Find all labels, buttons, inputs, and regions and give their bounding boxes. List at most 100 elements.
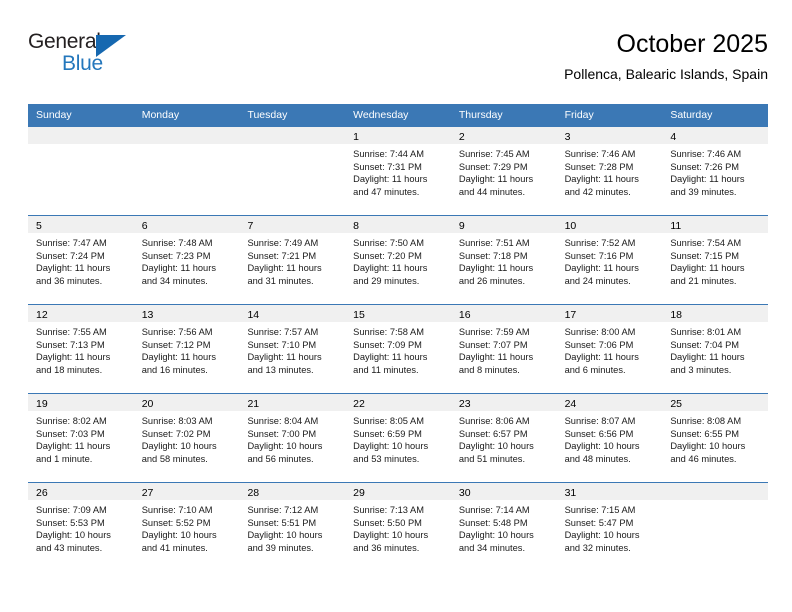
- week-row: 26 Sunrise: 7:09 AM Sunset: 5:53 PM Dayl…: [28, 482, 769, 571]
- sunset-line: Sunset: 6:59 PM: [353, 428, 422, 439]
- day-cell[interactable]: 27 Sunrise: 7:10 AM Sunset: 5:52 PM Dayl…: [133, 483, 240, 571]
- day-cell[interactable]: 10 Sunrise: 7:52 AM Sunset: 7:16 PM Dayl…: [556, 216, 663, 304]
- day-details: Sunrise: 7:13 AM Sunset: 5:50 PM Dayligh…: [345, 500, 451, 554]
- day-details: Sunrise: 7:09 AM Sunset: 5:53 PM Dayligh…: [28, 500, 134, 554]
- daylight-line-2: and 56 minutes.: [247, 453, 314, 464]
- day-number-band: 29: [345, 483, 451, 500]
- sunrise-line: Sunrise: 8:03 AM: [141, 416, 213, 426]
- day-details: Sunrise: 7:57 AM Sunset: 7:10 PM Dayligh…: [239, 322, 345, 376]
- day-cell[interactable]: [239, 127, 346, 215]
- day-cell[interactable]: 20 Sunrise: 8:03 AM Sunset: 7:02 PM Dayl…: [133, 394, 240, 482]
- day-number-band: [239, 127, 346, 144]
- day-cell[interactable]: 8 Sunrise: 7:50 AM Sunset: 7:20 PM Dayli…: [345, 216, 451, 304]
- sunrise-line: Sunrise: 7:09 AM: [36, 505, 107, 515]
- day-number-band: 10: [556, 216, 663, 233]
- daylight-line-2: and 21 minutes.: [670, 275, 737, 286]
- sunrise-line: Sunrise: 7:47 AM: [36, 238, 107, 248]
- sunrise-line: Sunrise: 7:57 AM: [247, 327, 319, 337]
- day-cell[interactable]: 31 Sunrise: 7:15 AM Sunset: 5:47 PM Dayl…: [556, 483, 663, 571]
- day-number-band: 24: [556, 394, 663, 411]
- day-cell[interactable]: 14 Sunrise: 7:57 AM Sunset: 7:10 PM Dayl…: [239, 305, 346, 393]
- day-number: 1: [353, 131, 359, 143]
- day-number-band: 16: [450, 305, 557, 322]
- daylight-line-1: Daylight: 11 hours: [458, 174, 534, 185]
- day-details: Sunrise: 7:46 AM Sunset: 7:26 PM Dayligh…: [662, 144, 768, 198]
- day-cell[interactable]: 3 Sunrise: 7:46 AM Sunset: 7:28 PM Dayli…: [556, 127, 663, 215]
- day-cell[interactable]: 4 Sunrise: 7:46 AM Sunset: 7:26 PM Dayli…: [662, 127, 769, 215]
- sunrise-line: Sunrise: 7:10 AM: [141, 505, 213, 515]
- day-cell[interactable]: 1 Sunrise: 7:44 AM Sunset: 7:31 PM Dayli…: [345, 127, 451, 215]
- day-number: 5: [36, 220, 42, 232]
- day-number-band: 11: [662, 216, 769, 233]
- day-number: 16: [458, 309, 471, 321]
- sunrise-line: Sunrise: 7:54 AM: [670, 238, 742, 248]
- daylight-line-2: and 43 minutes.: [36, 542, 103, 553]
- weekday-header-monday: Monday: [141, 109, 180, 121]
- brand-logo[interactable]: General Blue: [28, 30, 168, 86]
- daylight-line-1: Daylight: 11 hours: [353, 174, 428, 185]
- day-number-band: 14: [239, 305, 346, 322]
- day-number-band: 28: [239, 483, 346, 500]
- day-cell[interactable]: 24 Sunrise: 8:07 AM Sunset: 6:56 PM Dayl…: [556, 394, 663, 482]
- day-details: Sunrise: 7:10 AM Sunset: 5:52 PM Dayligh…: [134, 500, 240, 554]
- title-block: October 2025 Pollenca, Balearic Islands,…: [564, 28, 768, 84]
- sunrise-line: Sunrise: 8:01 AM: [670, 327, 742, 337]
- sunrise-line: Sunrise: 7:58 AM: [353, 327, 424, 337]
- day-cell[interactable]: 2 Sunrise: 7:45 AM Sunset: 7:29 PM Dayli…: [450, 127, 557, 215]
- day-number: 19: [36, 398, 48, 410]
- page-title: October 2025: [616, 30, 769, 58]
- day-cell[interactable]: 5 Sunrise: 7:47 AM Sunset: 7:24 PM Dayli…: [28, 216, 134, 304]
- day-cell[interactable]: 21 Sunrise: 8:04 AM Sunset: 7:00 PM Dayl…: [239, 394, 346, 482]
- sunset-line: Sunset: 7:31 PM: [353, 161, 422, 172]
- day-cell[interactable]: [28, 127, 134, 215]
- sunset-line: Sunset: 7:04 PM: [670, 339, 740, 350]
- daylight-line-1: Daylight: 10 hours: [564, 441, 640, 452]
- day-cell[interactable]: 15 Sunrise: 7:58 AM Sunset: 7:09 PM Dayl…: [345, 305, 451, 393]
- day-number-band: 22: [345, 394, 451, 411]
- day-cell[interactable]: 7 Sunrise: 7:49 AM Sunset: 7:21 PM Dayli…: [239, 216, 346, 304]
- day-cell[interactable]: 26 Sunrise: 7:09 AM Sunset: 5:53 PM Dayl…: [28, 483, 134, 571]
- week-row: 19 Sunrise: 8:02 AM Sunset: 7:03 PM Dayl…: [28, 393, 769, 482]
- day-details: Sunrise: 7:59 AM Sunset: 7:07 PM Dayligh…: [451, 322, 557, 376]
- day-cell[interactable]: 16 Sunrise: 7:59 AM Sunset: 7:07 PM Dayl…: [450, 305, 557, 393]
- sunset-line: Sunset: 7:20 PM: [353, 250, 422, 261]
- day-cell[interactable]: 17 Sunrise: 8:00 AM Sunset: 7:06 PM Dayl…: [556, 305, 663, 393]
- day-number-band: 2: [450, 127, 557, 144]
- daylight-line-2: and 11 minutes.: [353, 364, 419, 375]
- page-header: General Blue October 2025 Pollenca, Bale…: [28, 28, 768, 96]
- day-cell[interactable]: 6 Sunrise: 7:48 AM Sunset: 7:23 PM Dayli…: [133, 216, 240, 304]
- day-cell[interactable]: 30 Sunrise: 7:14 AM Sunset: 5:48 PM Dayl…: [450, 483, 557, 571]
- day-cell[interactable]: 22 Sunrise: 8:05 AM Sunset: 6:59 PM Dayl…: [345, 394, 451, 482]
- day-cell[interactable]: 18 Sunrise: 8:01 AM Sunset: 7:04 PM Dayl…: [662, 305, 769, 393]
- day-cell[interactable]: [133, 127, 240, 215]
- weekday-header-sunday: Sunday: [36, 109, 72, 121]
- day-cell[interactable]: 25 Sunrise: 8:08 AM Sunset: 6:55 PM Dayl…: [662, 394, 769, 482]
- day-number-band: 7: [239, 216, 346, 233]
- daylight-line-1: Daylight: 10 hours: [247, 441, 323, 452]
- day-cell[interactable]: 12 Sunrise: 7:55 AM Sunset: 7:13 PM Dayl…: [28, 305, 134, 393]
- day-details: Sunrise: 7:54 AM Sunset: 7:15 PM Dayligh…: [662, 233, 768, 287]
- day-cell[interactable]: 19 Sunrise: 8:02 AM Sunset: 7:03 PM Dayl…: [28, 394, 134, 482]
- daylight-line-2: and 47 minutes.: [353, 186, 420, 197]
- day-cell[interactable]: [662, 483, 769, 571]
- day-cell[interactable]: 29 Sunrise: 7:13 AM Sunset: 5:50 PM Dayl…: [345, 483, 451, 571]
- day-cell[interactable]: 9 Sunrise: 7:51 AM Sunset: 7:18 PM Dayli…: [450, 216, 557, 304]
- day-details: Sunrise: 7:55 AM Sunset: 7:13 PM Dayligh…: [28, 322, 134, 376]
- day-details: Sunrise: 8:04 AM Sunset: 7:00 PM Dayligh…: [239, 411, 345, 465]
- daylight-line-2: and 39 minutes.: [247, 542, 314, 553]
- daylight-line-2: and 31 minutes.: [247, 275, 314, 286]
- daylight-line-2: and 53 minutes.: [353, 453, 420, 464]
- sunset-line: Sunset: 7:07 PM: [458, 339, 528, 350]
- sunset-line: Sunset: 7:18 PM: [458, 250, 528, 261]
- daylight-line-2: and 36 minutes.: [353, 542, 420, 553]
- sunrise-line: Sunrise: 7:46 AM: [670, 149, 742, 159]
- weekday-header-saturday: Saturday: [670, 109, 713, 121]
- day-cell[interactable]: 13 Sunrise: 7:56 AM Sunset: 7:12 PM Dayl…: [133, 305, 240, 393]
- day-cell[interactable]: 23 Sunrise: 8:06 AM Sunset: 6:57 PM Dayl…: [450, 394, 557, 482]
- day-cell[interactable]: 28 Sunrise: 7:12 AM Sunset: 5:51 PM Dayl…: [239, 483, 346, 571]
- day-cell[interactable]: 11 Sunrise: 7:54 AM Sunset: 7:15 PM Dayl…: [662, 216, 769, 304]
- day-number-band: 27: [133, 483, 240, 500]
- day-details: Sunrise: 8:07 AM Sunset: 6:56 PM Dayligh…: [557, 411, 663, 465]
- day-details: Sunrise: 7:44 AM Sunset: 7:31 PM Dayligh…: [345, 144, 451, 198]
- daylight-line-1: Daylight: 10 hours: [141, 441, 217, 452]
